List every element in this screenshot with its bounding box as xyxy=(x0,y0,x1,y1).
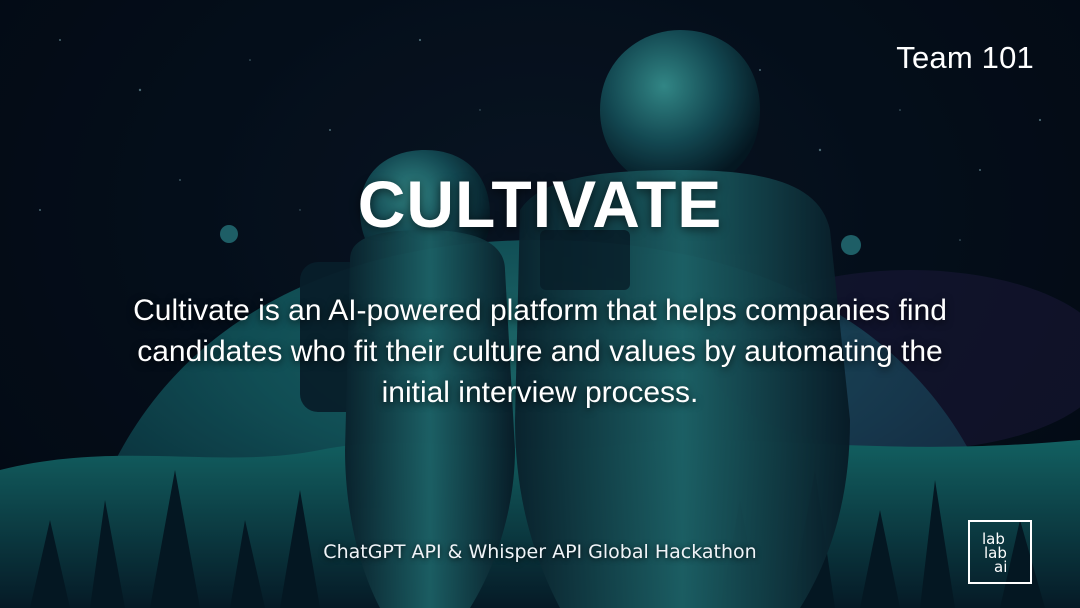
team-label: Team 101 xyxy=(896,40,1034,75)
lablab-ai-logo: lab lab ai xyxy=(968,520,1032,584)
hackathon-event-label: ChatGPT API & Whisper API Global Hackath… xyxy=(323,541,757,563)
hackathon-slide: Team 101 CULTIVATE Cultivate is an AI-po… xyxy=(0,0,1080,608)
logo-line-3: ai xyxy=(994,558,1008,576)
project-title: CULTIVATE xyxy=(357,167,723,241)
project-description: Cultivate is an AI-powered platform that… xyxy=(133,294,947,409)
